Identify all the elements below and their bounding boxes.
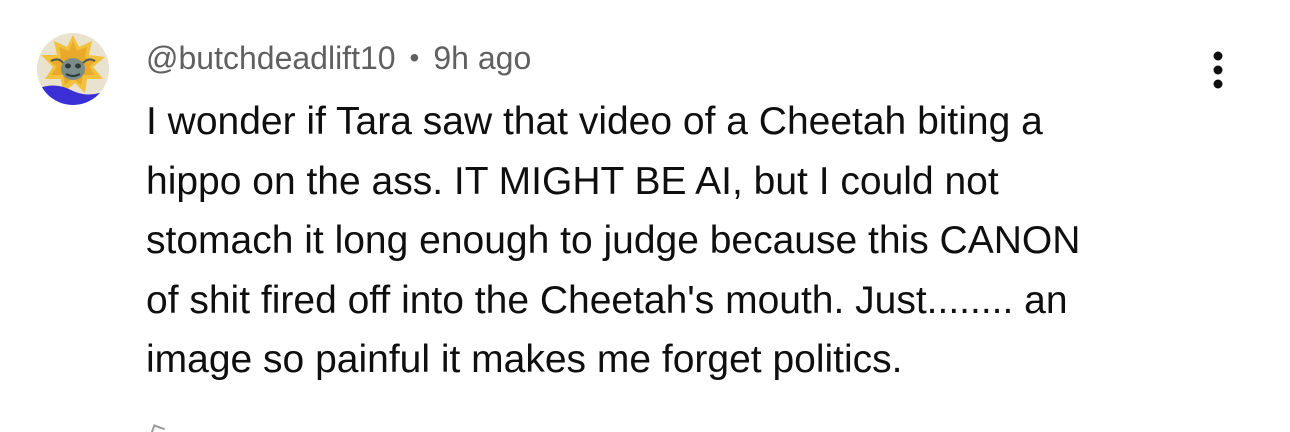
avatar-image <box>37 33 109 105</box>
comment-header: @butchdeadlift10 • 9h ago <box>146 36 531 80</box>
timestamp: 9h ago <box>433 39 532 76</box>
avatar[interactable] <box>37 33 109 105</box>
more-vert-icon <box>1213 51 1223 89</box>
like-icon-partial[interactable] <box>150 424 166 432</box>
comment-text-line: stomach it long enough to judge because … <box>146 219 1081 262</box>
author-name[interactable]: @butchdeadlift10 <box>146 40 396 77</box>
comment-menu-button[interactable] <box>1194 46 1242 94</box>
comment-text-line: image so painful it makes me forget poli… <box>146 338 903 381</box>
comment-text-line: of shit fired off into the Cheetah's mou… <box>146 278 1068 322</box>
comment-text-line: I wonder if Tara saw that video of a Che… <box>146 100 1043 143</box>
comment-text: I wonder if Tara saw that video of a Che… <box>146 92 1206 390</box>
comment-text-line: hippo on the ass. IT MIGHT BE AI, but I … <box>146 159 999 203</box>
meta-separator: • <box>409 42 420 73</box>
comment-card: @butchdeadlift10 • 9h ago I wonder if Ta… <box>0 0 1290 432</box>
